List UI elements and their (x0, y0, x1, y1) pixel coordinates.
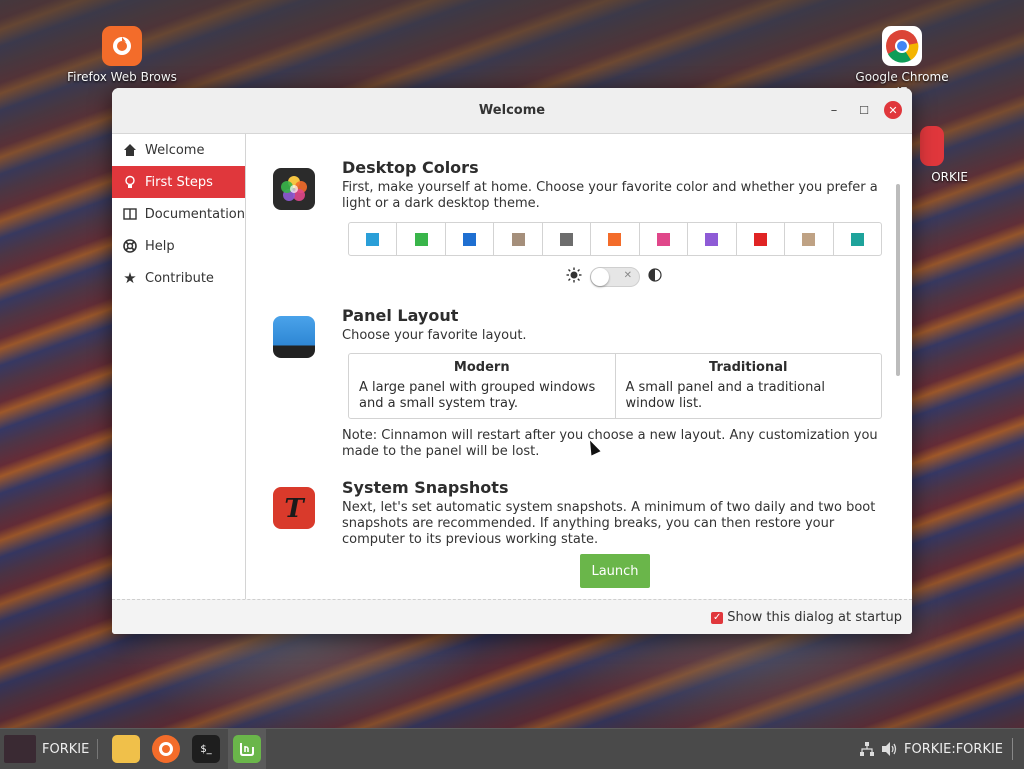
layout-option-desc: A small panel and a traditional window l… (625, 380, 825, 411)
maximize-button[interactable]: ☐ (855, 101, 873, 119)
startup-checkbox-label: Show this dialog at startup (727, 610, 902, 625)
firefox-icon (152, 735, 180, 763)
taskbar-files[interactable] (112, 734, 140, 764)
color-swatch (656, 232, 670, 246)
color-swatch (753, 232, 767, 246)
show-desktop-button[interactable] (1012, 734, 1013, 764)
close-button[interactable]: ✕ (884, 101, 902, 119)
startup-checkbox[interactable]: ✓ (711, 611, 724, 624)
sidebar-item-label: First Steps (145, 174, 213, 190)
color-swatch (463, 232, 477, 246)
taskbar: FORKIE $_ FORKIE:FORKIE (0, 728, 1024, 769)
switch-knob (591, 268, 609, 286)
folder-icon (112, 735, 140, 763)
lightbulb-icon (122, 174, 138, 190)
scrollbar[interactable] (896, 184, 900, 376)
color-swatch (705, 232, 719, 246)
color-swatch-button[interactable] (688, 223, 737, 255)
book-icon (122, 206, 138, 222)
color-swatch-button[interactable] (640, 223, 689, 255)
color-swatch (608, 232, 622, 246)
snapshots-title: System Snapshots (342, 478, 509, 497)
color-swatch (802, 232, 816, 246)
user-label: FORKIE (42, 741, 90, 757)
sidebar-item-first-steps[interactable]: First Steps (112, 166, 245, 198)
color-swatch (414, 232, 428, 246)
sidebar-item-documentation[interactable]: Documentation (112, 198, 245, 230)
taskbar-firefox[interactable] (152, 734, 180, 764)
home-icon (122, 142, 138, 158)
color-swatch-button[interactable] (543, 223, 592, 255)
taskbar-welcome[interactable] (228, 729, 266, 769)
color-swatch (560, 232, 574, 246)
startup-checkbox-row[interactable]: ✓ Show this dialog at startup (711, 610, 902, 625)
window-title: Welcome (478, 103, 546, 118)
desktop-icon-label: Firefox Web Brows (67, 70, 177, 84)
firefox-icon (102, 26, 142, 66)
app-icon (920, 126, 944, 166)
layout-option-name: Modern (453, 360, 510, 375)
volume-icon[interactable] (880, 734, 898, 764)
launch-button[interactable]: Launch (580, 554, 650, 588)
desktop-colors-text: First, make yourself at home. Choose you… (342, 180, 878, 211)
layout-option-desc: A large panel with grouped windows and a… (359, 380, 596, 411)
sun-icon (566, 267, 582, 287)
sidebar: Welcome First Steps Documentation Help ★… (112, 134, 246, 599)
layout-option-modern[interactable]: Modern A large panel with grouped window… (349, 354, 616, 418)
panel-layout-icon (273, 316, 315, 358)
color-picker (348, 222, 882, 256)
sidebar-item-label: Welcome (145, 142, 205, 158)
color-swatch-button[interactable] (785, 223, 834, 255)
color-swatch-button[interactable] (834, 223, 881, 255)
layout-option-name: Traditional (709, 360, 788, 375)
layout-option-traditional[interactable]: Traditional A small panel and a traditio… (616, 354, 882, 418)
palette-icon (273, 168, 315, 210)
network-icon[interactable] (859, 734, 875, 764)
minimize-button[interactable]: – (825, 101, 843, 119)
layout-options: Modern A large panel with grouped window… (348, 353, 882, 419)
sidebar-item-label: Documentation (144, 206, 245, 222)
desktop-colors-title: Desktop Colors (342, 158, 479, 177)
color-swatch-button[interactable] (494, 223, 543, 255)
window-footer: ✓ Show this dialog at startup (112, 599, 912, 634)
user-applet[interactable]: FORKIE (4, 734, 89, 764)
dark-mode-switch[interactable]: ✕ (590, 267, 640, 287)
color-swatch-button[interactable] (737, 223, 786, 255)
switch-off-mark: ✕ (623, 270, 632, 281)
color-swatch (850, 232, 864, 246)
color-swatch-button[interactable] (446, 223, 495, 255)
timeshift-icon: T (273, 487, 315, 529)
color-swatch (366, 232, 380, 246)
panel-layout-note: Note: Cinnamon will restart after you ch… (342, 428, 878, 459)
moon-icon (648, 268, 662, 286)
panel-layout-title: Panel Layout (342, 306, 459, 325)
snapshots-text: Next, let's set automatic system snapsho… (342, 500, 876, 547)
desktop-icon-firefox[interactable]: Firefox Web Brows (67, 26, 177, 85)
color-swatch-button[interactable] (591, 223, 640, 255)
sidebar-item-welcome[interactable]: Welcome (112, 134, 245, 166)
desktop-icon-label: Google Chrome (855, 70, 949, 84)
welcome-window: Welcome – ☐ ✕ Welcome First Steps Docume… (112, 88, 912, 634)
sidebar-item-label: Help (145, 238, 175, 254)
window-titlebar[interactable]: Welcome – ☐ ✕ (112, 88, 912, 134)
color-swatch-button[interactable] (397, 223, 446, 255)
mint-icon (233, 735, 261, 763)
chrome-icon (882, 26, 922, 66)
status-label: FORKIE:FORKIE (904, 741, 1004, 757)
taskbar-separator (97, 739, 98, 759)
avatar (4, 735, 36, 763)
lifebuoy-icon (122, 238, 138, 254)
taskbar-terminal[interactable]: $_ (192, 734, 220, 764)
color-swatch (511, 232, 525, 246)
star-icon: ★ (123, 269, 137, 287)
sidebar-item-help[interactable]: Help (112, 230, 245, 262)
terminal-icon: $_ (192, 735, 220, 763)
theme-toggle-row: ✕ (566, 267, 662, 287)
sidebar-item-label: Contribute (145, 270, 214, 286)
sidebar-item-contribute[interactable]: ★ Contribute (112, 262, 245, 294)
color-swatch-button[interactable] (349, 223, 398, 255)
svg-text:T: T (284, 494, 305, 524)
panel-layout-text: Choose your favorite layout. (342, 328, 527, 343)
content-area: Desktop Colors First, make yourself at h… (246, 134, 902, 599)
